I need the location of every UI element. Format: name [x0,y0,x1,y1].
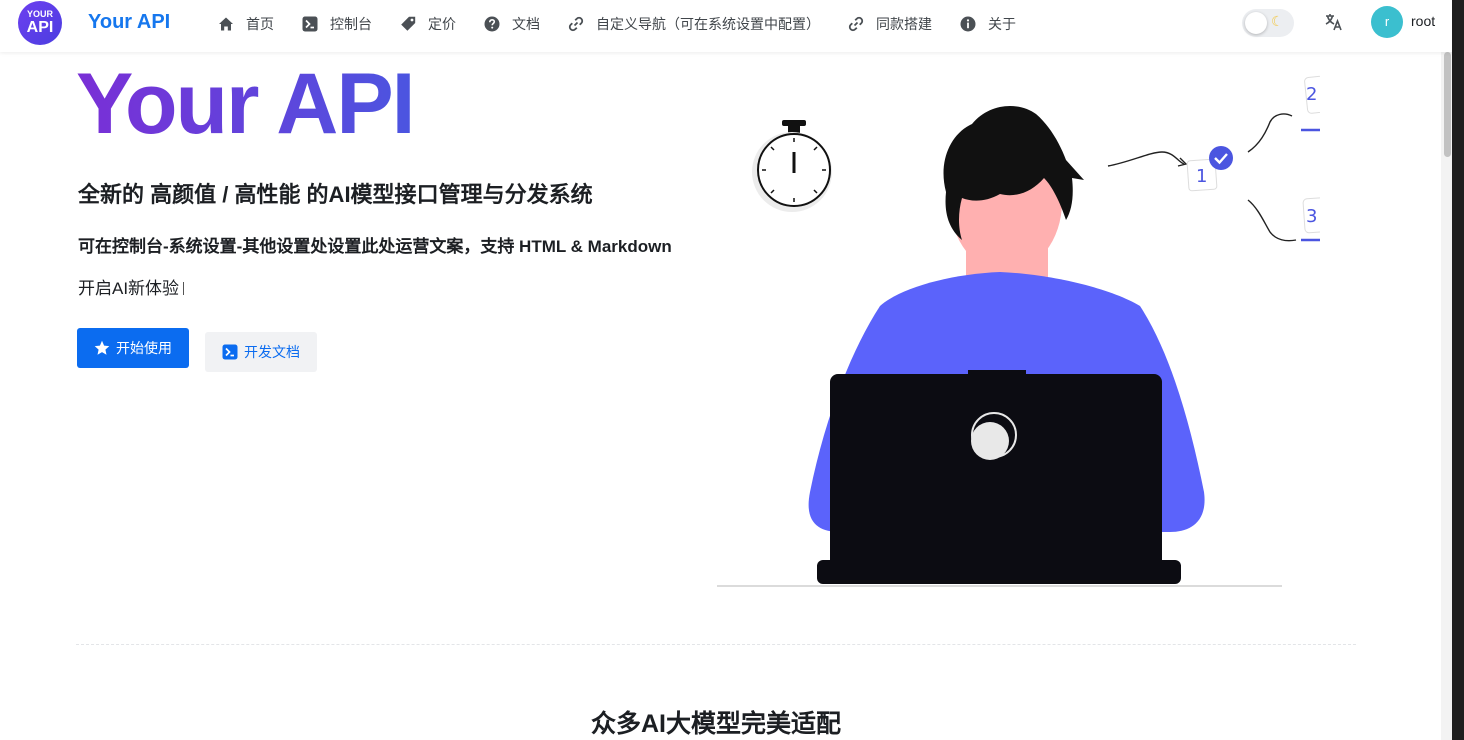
section-title: 众多AI大模型完美适配 [590,710,841,738]
person-illustration [808,105,1205,584]
step-two-label: 2 [1306,84,1317,105]
dev-docs-button[interactable]: 开发文档 [205,332,317,372]
scrollbar-thumb[interactable] [1444,52,1451,157]
toggle-knob [1245,12,1267,34]
link-icon [848,16,864,32]
price-tag-icon [401,16,416,31]
hero-illustration: 1 2 3 [717,74,1320,587]
moon-icon: ☾ [1271,13,1284,29]
username[interactable]: root [1411,13,1435,29]
get-started-label: 开始使用 [116,340,172,356]
star-icon [94,340,110,355]
nav-item-label: 关于 [988,16,1016,32]
hero-title: Your API [76,56,416,152]
nav-item-docs[interactable]: 文档 [484,13,540,35]
hero-description: 可在控制台-系统设置-其他设置处设置此处运营文案，支持 HTML & Markd… [78,237,672,256]
devtools-edge [1452,0,1464,740]
stopwatch-icon [752,120,832,212]
logo-text-top: YOUR [26,9,53,19]
terminal-icon [302,16,318,32]
dev-docs-label: 开发文档 [244,344,300,360]
top-navbar: YOUR API Your API 首页 控制台 定价 文档 自定义导航（可在系… [0,0,1452,52]
home-icon [219,17,233,31]
typing-text: 开启AI新体验 [78,279,180,298]
brand-name[interactable]: Your API [88,11,170,34]
translate-icon[interactable] [1324,12,1344,32]
scrollbar[interactable] [1441,52,1452,740]
step-note: 1 [1186,146,1233,192]
nav-item-label: 首页 [246,16,274,32]
nav-item-about[interactable]: 关于 [960,13,1016,35]
nav-item-label: 控制台 [330,16,372,32]
help-circle-icon [484,16,500,32]
step-note: 2 [1301,74,1320,132]
nav-item-pricing[interactable]: 定价 [400,13,456,35]
get-started-button[interactable]: 开始使用 [77,328,189,368]
nav-item-home[interactable]: 首页 [218,13,274,35]
section-divider [76,644,1356,645]
info-circle-icon [960,16,976,32]
terminal-icon [222,344,238,360]
nav-item-label: 同款搭建 [876,16,932,32]
nav-item-build[interactable]: 同款搭建 [848,13,932,35]
nav-item-label: 文档 [512,16,540,32]
logo-text-bottom: API [26,19,54,36]
theme-toggle[interactable]: ☾ [1242,9,1294,37]
logo[interactable]: YOUR API [18,1,62,45]
step-note: 3 [1301,196,1320,242]
nav-item-console[interactable]: 控制台 [302,13,372,35]
hero-subtitle: 全新的 高颜值 / 高性能 的AI模型接口管理与分发系统 [78,182,593,207]
nav-item-label: 自定义导航（可在系统设置中配置） [596,16,820,32]
nav-item-custom[interactable]: 自定义导航（可在系统设置中配置） [568,13,820,35]
hero-typing-text: 开启AI新体验 [78,274,185,299]
step-three-label: 3 [1306,206,1317,227]
step-one-label: 1 [1196,166,1207,187]
nav-item-label: 定价 [428,16,456,32]
link-icon [568,16,584,32]
typing-caret [183,282,185,295]
avatar[interactable]: r [1371,6,1403,38]
